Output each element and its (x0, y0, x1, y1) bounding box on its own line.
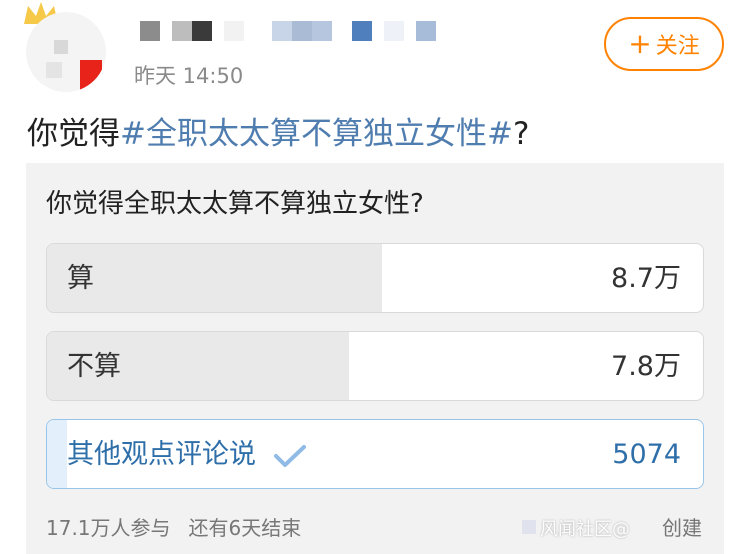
poll-option-count: 7.8万 (611, 351, 681, 382)
poll-option-other[interactable]: 其他观点评论说 5074 (46, 419, 704, 489)
poll-option-no[interactable]: 不算 7.8万 (46, 331, 704, 401)
post-text-suffix: ? (512, 116, 530, 152)
poll-option-fill (47, 420, 67, 488)
poll-option-label: 其他观点评论说 (67, 420, 307, 488)
poll-option-label: 不算 (67, 351, 121, 382)
poll-option-count: 5074 (612, 439, 681, 470)
plus-icon: + (628, 27, 652, 60)
post-text: 你觉得#全职太太算不算独立女性#? (27, 108, 529, 153)
poll-stats: 17.1万人参与 还有6天结束 (46, 512, 301, 541)
poll-option-label-text: 其他观点评论说 (67, 439, 256, 470)
watermark: 风闻社区@ (540, 519, 630, 540)
watermark-logo-icon (522, 520, 536, 534)
poll-option-fill (47, 244, 382, 312)
checkmark-icon (273, 444, 306, 467)
follow-button[interactable]: + 关注 (604, 17, 724, 71)
topic-link[interactable]: #全职太太算不算独立女性# (120, 116, 513, 152)
avatar[interactable] (26, 12, 106, 92)
poll-participants: 17.1万人参与 (46, 516, 171, 540)
post-text-prefix: 你觉得 (27, 116, 120, 152)
poll-option-yes[interactable]: 算 8.7万 (46, 243, 704, 313)
post-header: 昨天 14:50 + 关注 (0, 0, 750, 100)
poll-question: 你觉得全职太太算不算独立女性? (46, 189, 424, 219)
poll-remaining: 还有6天结束 (188, 516, 302, 540)
poll-option-count: 8.7万 (611, 263, 681, 294)
post-time: 昨天 14:50 (134, 64, 244, 88)
follow-label: 关注 (655, 34, 700, 59)
poll-option-label: 算 (67, 263, 94, 294)
username-blurred[interactable] (140, 20, 436, 42)
poll-card: 你觉得全职太太算不算独立女性? 算 8.7万 不算 7.8万 其他观点评论说 5… (26, 163, 724, 554)
poll-creator[interactable]: 创建 (662, 512, 702, 541)
